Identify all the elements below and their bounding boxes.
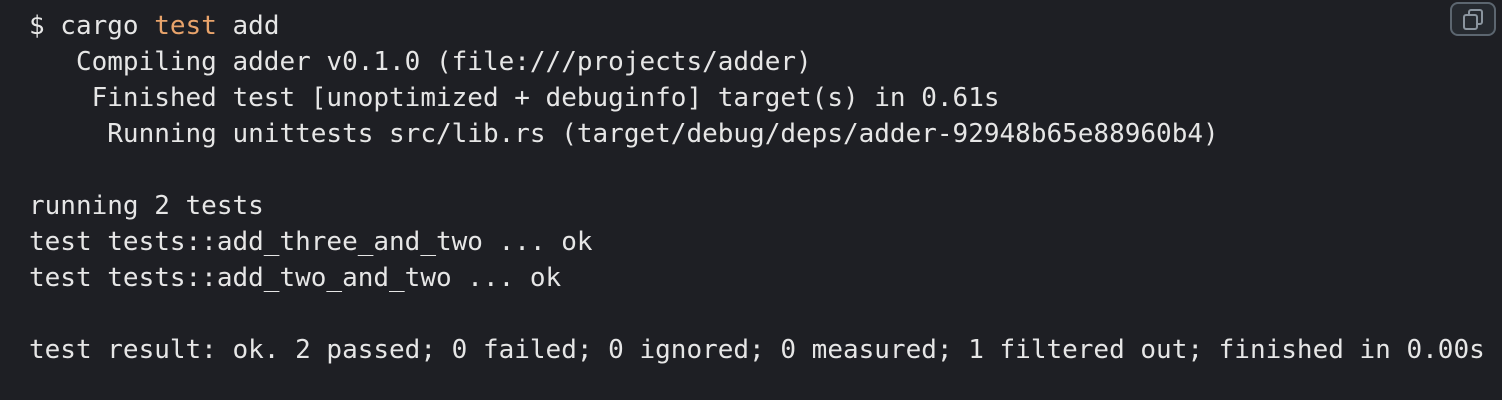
command-argument: add (216, 11, 280, 41)
terminal-output: $ cargo test add Compiling adder v0.1.0 … (29, 8, 1485, 368)
code-block: $ cargo test add Compiling adder v0.1.0 … (0, 0, 1502, 400)
output-line-finished: Finished test [unoptimized + debuginfo] … (29, 83, 1000, 113)
output-line-compiling: Compiling adder v0.1.0 (file:///projects… (29, 47, 812, 77)
output-line-test-1: test tests::add_three_and_two ... ok (29, 227, 593, 257)
command-prompt: $ cargo (29, 11, 155, 41)
output-line-running-tests: running 2 tests (29, 191, 264, 221)
command-line: $ cargo test add (29, 8, 1485, 44)
command-keyword: test (154, 11, 217, 41)
copy-button[interactable] (1450, 2, 1496, 36)
copy-icon (1463, 9, 1483, 30)
output-line-running: Running unittests src/lib.rs (target/deb… (29, 119, 1219, 149)
output-line-test-result: test result: ok. 2 passed; 0 failed; 0 i… (29, 335, 1485, 365)
output-line-test-2: test tests::add_two_and_two ... ok (29, 263, 562, 293)
